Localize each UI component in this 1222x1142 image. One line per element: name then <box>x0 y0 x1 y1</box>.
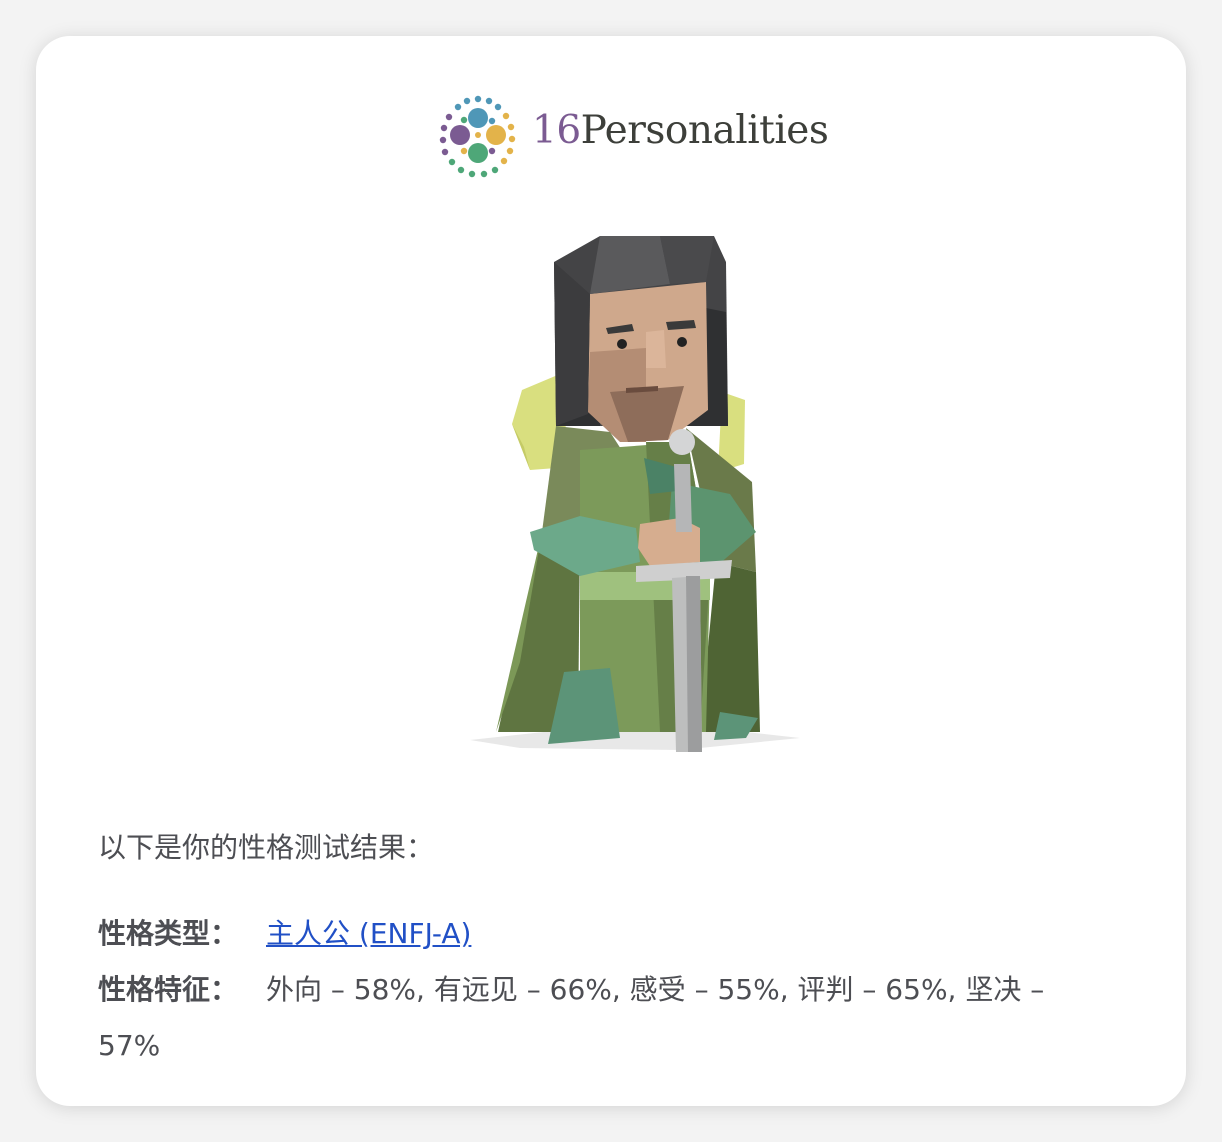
personality-type-link[interactable]: 主人公 (ENFJ-A) <box>266 917 471 950</box>
logo-icon <box>439 95 516 178</box>
logo-number: 16 <box>532 108 581 153</box>
result-intro: 以下是你的性格测试结果： <box>98 831 435 864</box>
protagonist-knight-icon <box>470 236 800 752</box>
personality-type-label: 性格类型： <box>98 917 239 950</box>
16personalities-logo[interactable]: 16Personalities <box>434 94 844 184</box>
personality-traits-row: 性格特征： 外向 – 58%, 有远见 – 66%, 感受 – 55%, 评判 –… <box>98 970 1044 1010</box>
personality-type-row: 性格类型： 主人公 (ENFJ-A) <box>98 914 471 954</box>
logo-wordmark: 16Personalities <box>532 108 829 153</box>
personality-traits-value: 外向 – 58%, 有远见 – 66%, 感受 – 55%, 评判 – 65%,… <box>266 973 1045 1006</box>
result-card: 16Personalities 以下是你的性格测试结果： 性格类型： 主人公 (… <box>36 36 1186 1106</box>
personality-traits-label: 性格特征： <box>98 973 239 1006</box>
logo-name: Personalities <box>580 108 829 153</box>
personality-traits-continued: 57% <box>98 1029 161 1062</box>
